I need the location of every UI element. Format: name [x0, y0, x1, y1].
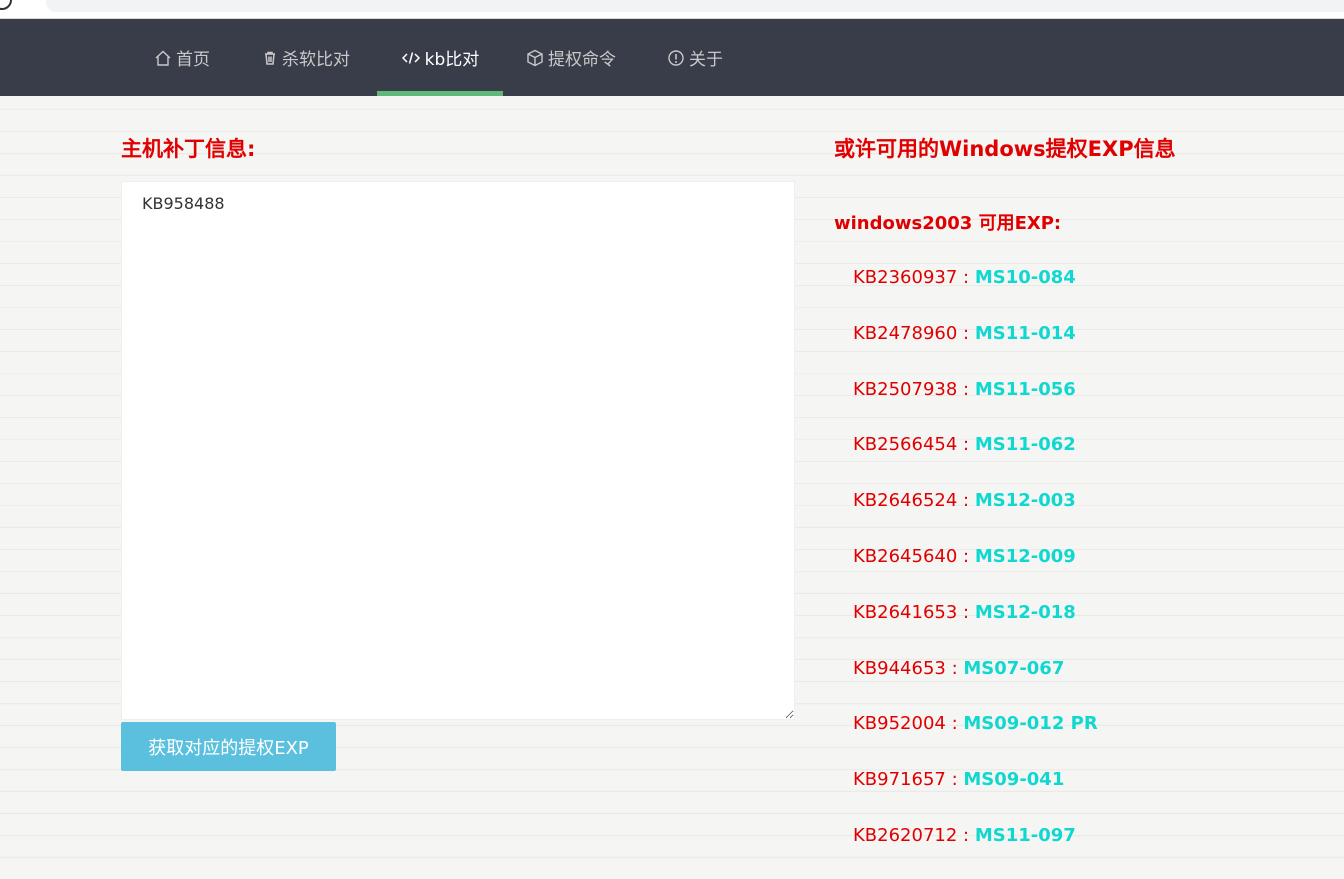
kb-ms-separator: : — [957, 434, 975, 456]
get-exp-button[interactable]: 获取对应的提权EXP — [121, 722, 336, 771]
kb-ms-separator: : — [957, 378, 975, 400]
cube-icon — [526, 49, 544, 67]
ms-bulletin: MS11-062 — [974, 434, 1076, 456]
ms-bulletin: MS11-097 — [974, 824, 1076, 846]
nav-item-av-compare[interactable]: 杀软比对 — [248, 19, 364, 96]
browser-info-icon[interactable] — [0, 0, 12, 10]
exp-list-item: KB2646524 : MS12-003 — [853, 488, 1098, 544]
kb-number: KB2566454 — [853, 434, 958, 456]
kb-number: KB2478960 — [853, 322, 958, 344]
kb-ms-separator: : — [957, 322, 975, 344]
exp-list-item: KB2478960 : MS11-014 — [853, 321, 1098, 377]
kb-ms-separator: : — [957, 545, 975, 567]
kb-ms-separator: : — [957, 490, 975, 512]
kb-number: KB2645640 — [853, 545, 958, 567]
ms-bulletin: MS09-041 — [963, 769, 1065, 791]
kb-ms-separator: : — [957, 267, 975, 288]
ms-bulletin: MS11-014 — [974, 322, 1076, 344]
exp-info-title: 或许可用的Windows提权EXP信息 — [834, 137, 1176, 161]
nav-item-privesc-commands[interactable]: 提权命令 — [515, 19, 627, 96]
exp-list-item: KB2620712 : MS11-097 — [853, 823, 1098, 879]
nav-item-label: 杀软比对 — [282, 50, 350, 70]
nav-item-about[interactable]: 关于 — [654, 19, 736, 96]
nav-item-kb-compare[interactable]: kb比对 — [377, 19, 503, 96]
nav-item-home[interactable]: 首页 — [140, 19, 224, 96]
kb-number: KB971657 — [853, 769, 946, 791]
kb-number: KB944653 — [853, 657, 946, 679]
kb-number: KB2646524 — [853, 490, 958, 512]
exp-list-item: KB971657 : MS09-041 — [853, 767, 1098, 823]
patch-info-title: 主机补丁信息: — [121, 137, 256, 161]
home-icon — [154, 49, 172, 67]
trash-icon — [262, 50, 278, 66]
ms-bulletin: MS09-012 PR — [963, 713, 1098, 735]
info-icon — [667, 49, 685, 67]
kb-number: KB2507938 — [853, 378, 958, 400]
ms-bulletin: MS11-056 — [974, 378, 1076, 400]
code-icon — [401, 50, 421, 66]
kb-ms-separator: : — [957, 824, 975, 846]
exp-list-item: KB2641653 : MS12-018 — [853, 600, 1098, 656]
address-bar[interactable] — [46, 0, 1344, 12]
exp-list-item: KB2507938 : MS11-056 — [853, 377, 1098, 433]
ms-bulletin: MS10-084 — [974, 267, 1076, 288]
exp-list-item: KB944653 : MS07-067 — [853, 656, 1098, 712]
kb-ms-separator: : — [957, 601, 975, 623]
kb-number: KB2641653 — [853, 601, 958, 623]
os-exp-title: windows2003 可用EXP: — [834, 213, 1062, 234]
exp-list-item: KB2360937 : MS10-084 — [853, 265, 1098, 321]
ms-bulletin: MS12-009 — [974, 545, 1076, 567]
ms-bulletin: MS07-067 — [963, 657, 1065, 679]
exp-list-item: KB952004 : MS09-012 PR — [853, 711, 1098, 767]
nav-item-label: kb比对 — [424, 50, 480, 70]
kb-ms-separator: : — [945, 713, 964, 735]
patch-info-textarea[interactable] — [121, 181, 795, 720]
ms-bulletin: MS12-018 — [974, 601, 1076, 623]
kb-ms-separator: : — [945, 657, 964, 679]
nav-item-label: 首页 — [176, 50, 210, 70]
nav-item-label: 提权命令 — [548, 50, 616, 70]
kb-number: KB2620712 — [853, 824, 958, 846]
kb-number: KB952004 — [853, 713, 946, 735]
top-navbar: 首页 杀软比对 kb比对 提权命令 关于 — [0, 19, 1344, 96]
exp-list-item: KB2645640 : MS12-009 — [853, 544, 1098, 600]
kb-number: KB2360937 — [853, 267, 958, 288]
ms-bulletin: MS12-003 — [974, 490, 1076, 512]
kb-ms-separator: : — [945, 769, 964, 791]
exp-list: KB2360937 : MS10-084 KB2478960 : MS11-014… — [853, 265, 1098, 879]
browser-address-strip — [0, 0, 1344, 19]
nav-item-label: 关于 — [689, 50, 723, 70]
exp-list-item: KB2566454 : MS11-062 — [853, 432, 1098, 488]
